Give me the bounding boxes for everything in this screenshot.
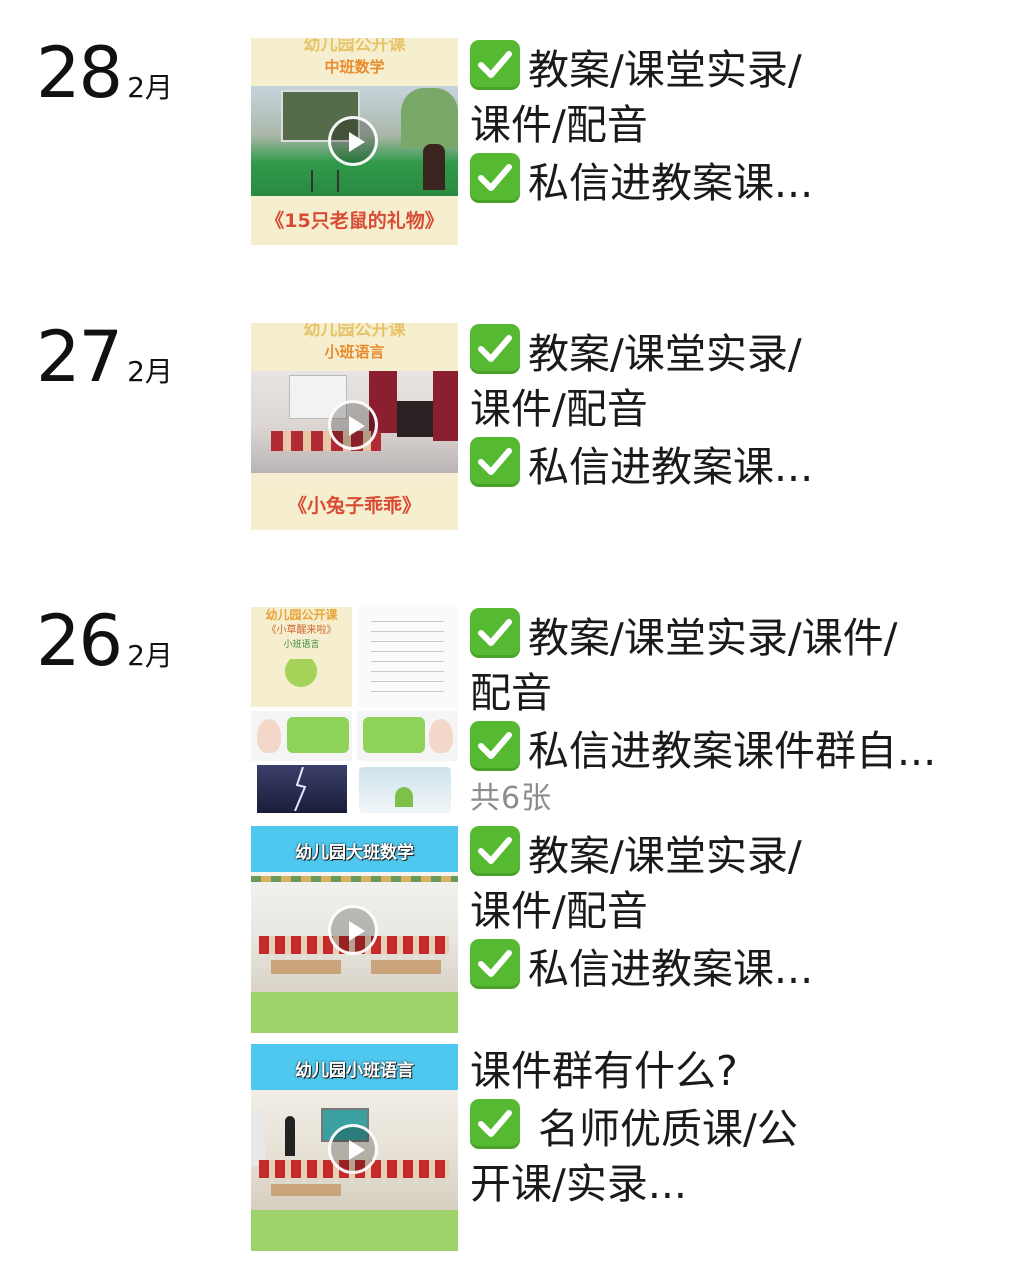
- date-label: 26 2月: [36, 606, 173, 676]
- poster-footer: 《15只老鼠的礼物》: [251, 197, 458, 245]
- grid-image[interactable]: [357, 711, 458, 761]
- caption-line: 私信进教案课...: [528, 945, 814, 993]
- poster-footer: 《小兔子乖乖》: [251, 482, 458, 530]
- play-icon[interactable]: [328, 116, 378, 166]
- check-mark-icon: [470, 324, 520, 374]
- video-thumbnail[interactable]: 幼儿园公开课 中班数学 《15只老鼠的礼物》: [251, 38, 458, 245]
- video-thumbnail[interactable]: 幼儿园公开课 小班语言 《小兔子乖乖》: [251, 323, 458, 530]
- post-caption[interactable]: 教案/课堂实录/课件/ 配音 私信进教案课件群自... 共6张: [470, 608, 1010, 819]
- date-month: 2月: [127, 639, 173, 672]
- poster-subtitle: 中班数学: [324, 58, 385, 76]
- image-grid[interactable]: 幼儿园公开课 《小草醒来啦》 小班语言: [251, 607, 458, 817]
- play-icon[interactable]: [328, 1124, 378, 1174]
- check-mark-icon: [470, 153, 520, 203]
- caption-line: 配音: [470, 669, 552, 717]
- poster-header: 幼儿园公开课 小班语言: [251, 323, 458, 371]
- poster-subtitle: 小班语言: [324, 343, 385, 361]
- date-day: 27: [36, 316, 123, 398]
- caption-line: 课件/配音: [470, 887, 648, 935]
- caption-line: 教案/课堂实录/: [528, 46, 802, 94]
- check-mark-icon: [470, 939, 520, 989]
- grass-image: [273, 659, 329, 699]
- play-icon[interactable]: [328, 400, 378, 450]
- grid-image[interactable]: 幼儿园公开课 《小草醒来啦》 小班语言: [251, 607, 352, 707]
- grid-image[interactable]: [251, 711, 352, 761]
- video-thumbnail[interactable]: 幼儿园大班数学: [251, 826, 458, 1033]
- post-caption[interactable]: 教案/课堂实录/ 课件/配音 私信进教案课...: [470, 40, 1010, 211]
- caption-line: 教案/课堂实录/: [528, 330, 802, 378]
- caption-line: 名师优质课/公: [538, 1105, 798, 1153]
- check-mark-icon: [470, 721, 520, 771]
- date-month: 2月: [127, 355, 173, 388]
- caption-line: 私信进教案课...: [528, 443, 814, 491]
- post-caption[interactable]: 教案/课堂实录/ 课件/配音 私信进教案课...: [470, 324, 1010, 495]
- poster-subtitle: 小班语言: [283, 640, 320, 650]
- post-caption[interactable]: 课件群有什么? 名师优质课/公 开课/实录...: [470, 1044, 1010, 1212]
- poster-title: 幼儿园公开课: [265, 608, 338, 622]
- caption-line: 教案/课堂实录/: [528, 832, 802, 880]
- play-icon[interactable]: [328, 905, 378, 955]
- check-mark-icon: [470, 608, 520, 658]
- poster-subtitle: 《小草醒来啦》: [266, 625, 337, 636]
- check-mark-icon: [470, 1099, 520, 1149]
- caption-line: 课件/配音: [470, 101, 648, 149]
- caption-line: 教案/课堂实录/课件/: [528, 614, 898, 662]
- check-mark-icon: [470, 437, 520, 487]
- date-month: 2月: [127, 71, 173, 104]
- image-count: 共6张: [470, 781, 553, 816]
- poster-title: 幼儿园公开课: [303, 323, 406, 340]
- poster-title: 幼儿园公开课: [303, 38, 406, 55]
- caption-line: 开课/实录...: [470, 1160, 687, 1208]
- caption-line: 私信进教案课...: [528, 159, 814, 207]
- banner-title: 幼儿园小班语言: [295, 1061, 414, 1081]
- date-day: 28: [36, 32, 123, 114]
- banner-title: 幼儿园大班数学: [295, 843, 414, 863]
- grid-image[interactable]: [357, 765, 458, 817]
- grid-image[interactable]: [357, 607, 458, 707]
- date-label: 28 2月: [36, 38, 173, 108]
- caption-line: 课件/配音: [470, 385, 648, 433]
- grid-image[interactable]: [251, 765, 352, 817]
- video-thumbnail[interactable]: 幼儿园小班语言: [251, 1044, 458, 1251]
- caption-line: 私信进教案课件群自...: [528, 727, 937, 775]
- check-mark-icon: [470, 40, 520, 90]
- post-caption[interactable]: 教案/课堂实录/ 课件/配音 私信进教案课...: [470, 826, 1010, 997]
- date-day: 26: [36, 600, 123, 682]
- check-mark-icon: [470, 826, 520, 876]
- date-label: 27 2月: [36, 322, 173, 392]
- poster-header: 幼儿园公开课 中班数学: [251, 38, 458, 86]
- caption-line: 课件群有什么?: [470, 1047, 738, 1095]
